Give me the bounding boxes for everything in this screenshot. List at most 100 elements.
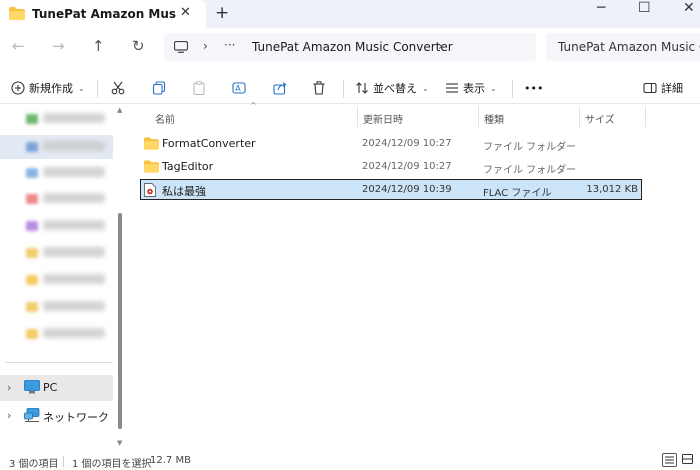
- scroll-down-arrow-icon[interactable]: ▼: [117, 439, 122, 447]
- file-row[interactable]: FormatConverter 2024/12/09 10:27 ファイル フォ…: [140, 133, 642, 154]
- minimize-button[interactable]: ─: [597, 0, 605, 16]
- details-view-icon: [665, 456, 674, 464]
- sidebar-item-network[interactable]: › ネットワーク: [0, 403, 113, 429]
- new-tab-button[interactable]: +: [215, 3, 229, 23]
- sidebar-item-blurred[interactable]: [0, 295, 113, 319]
- view-button[interactable]: 表示 ⌄: [445, 79, 497, 97]
- scrollbar-thumb[interactable]: [118, 213, 122, 429]
- paste-button[interactable]: [192, 79, 206, 97]
- breadcrumb-separator[interactable]: ›: [203, 39, 208, 53]
- toolbar-divider: [512, 80, 513, 98]
- expand-chevron-icon[interactable]: ›: [7, 409, 11, 422]
- blurred-icon: [26, 168, 38, 178]
- network-icon: [24, 408, 40, 425]
- breadcrumb-current[interactable]: TunePat Amazon Music Converter: [252, 40, 453, 54]
- column-divider[interactable]: [645, 106, 646, 127]
- sidebar-item-blurred[interactable]: [0, 322, 113, 346]
- sidebar-item-blurred[interactable]: [0, 135, 113, 159]
- sidebar-item-pc[interactable]: › PC: [0, 375, 113, 401]
- cut-button[interactable]: [111, 79, 125, 97]
- blurred-label: [43, 247, 105, 257]
- file-name: TagEditor: [162, 160, 214, 173]
- status-bar: 3 個の項目 1 個の項目を選択 12.7 MB: [0, 450, 700, 470]
- file-list: ^ 名前 更新日時 種類 サイズ FormatConverter 2024/12…: [128, 101, 700, 450]
- sidebar-item-blurred[interactable]: [0, 268, 113, 292]
- new-button[interactable]: 新規作成 ⌄: [11, 79, 85, 97]
- more-icon: •••: [524, 81, 544, 95]
- more-options-button[interactable]: •••: [524, 79, 543, 97]
- file-date: 2024/12/09 10:39: [362, 184, 452, 195]
- search-input[interactable]: [546, 33, 700, 61]
- blurred-label: [43, 328, 105, 338]
- breadcrumb-separator[interactable]: ›: [438, 39, 443, 53]
- search-box: [546, 33, 700, 61]
- list-view-icon: [446, 83, 458, 93]
- details-pane-icon: [643, 82, 657, 94]
- sidebar-item-blurred[interactable]: [0, 214, 113, 238]
- breadcrumb-more-button[interactable]: ···: [224, 38, 235, 52]
- audio-file-icon: [144, 183, 156, 200]
- status-item-count: 3 個の項目: [9, 459, 59, 470]
- toolbar-divider: [343, 80, 344, 98]
- trash-icon: [313, 81, 325, 95]
- blurred-icon: [26, 329, 38, 339]
- address-row: ← → ↑ ↻ › ··· TunePat Amazon Music Conve…: [0, 28, 700, 66]
- blurred-label: [43, 220, 105, 230]
- maximize-button[interactable]: ☐: [638, 0, 651, 16]
- sidebar-item-blurred[interactable]: [0, 187, 113, 211]
- sort-icon: [356, 82, 368, 94]
- sidebar-item-blurred[interactable]: [0, 107, 113, 131]
- details-view-button[interactable]: [662, 453, 677, 467]
- blurred-label: [43, 167, 105, 177]
- rename-icon: A: [232, 82, 246, 94]
- sidebar-scrollbar[interactable]: ▲ ▼: [115, 105, 126, 450]
- file-name: FormatConverter: [162, 137, 256, 150]
- window-tab[interactable]: TunePat Amazon Music Converter ✕: [0, 0, 206, 28]
- sidebar-item-label: PC: [43, 381, 58, 394]
- tiles-view-button[interactable]: [681, 453, 696, 467]
- tab-title: TunePat Amazon Music Converter: [32, 7, 177, 21]
- details-button[interactable]: 詳細: [643, 79, 683, 97]
- up-button[interactable]: ↑: [92, 37, 105, 55]
- blurred-icon: [26, 248, 38, 258]
- file-row-selected[interactable]: 私は最強 2024/12/09 10:39 FLAC ファイル 13,012 K…: [140, 179, 642, 200]
- column-header-type[interactable]: 種類: [478, 105, 579, 127]
- tab-close-icon[interactable]: ✕: [180, 5, 191, 20]
- sort-button[interactable]: 並べ替え ⌄: [355, 79, 429, 97]
- back-button[interactable]: ←: [12, 37, 25, 55]
- copy-button[interactable]: [152, 79, 166, 97]
- scroll-up-arrow-icon[interactable]: ▲: [117, 106, 122, 114]
- forward-button[interactable]: →: [52, 37, 65, 55]
- rename-button[interactable]: A: [232, 79, 246, 97]
- share-button[interactable]: [273, 79, 287, 97]
- address-bar[interactable]: › ··· TunePat Amazon Music Converter ›: [164, 33, 536, 61]
- status-divider: [63, 456, 64, 467]
- column-header-name[interactable]: 名前: [149, 105, 357, 127]
- monitor-icon: [173, 40, 189, 56]
- status-selected-size: 12.7 MB: [150, 455, 191, 466]
- chevron-down-icon: ⌄: [78, 83, 85, 93]
- status-selection: 1 個の項目を選択: [72, 459, 152, 470]
- toolbar-divider: [97, 80, 98, 98]
- column-header-size[interactable]: サイズ: [579, 105, 645, 127]
- sidebar-item-blurred[interactable]: [0, 161, 113, 185]
- blurred-icon: [26, 142, 38, 152]
- expand-chevron-icon[interactable]: ›: [7, 381, 11, 394]
- close-window-button[interactable]: ✕: [683, 0, 695, 16]
- sidebar-item-blurred[interactable]: [0, 241, 113, 265]
- refresh-button[interactable]: ↻: [132, 37, 145, 55]
- file-type: FLAC ファイル: [483, 188, 552, 199]
- file-date: 2024/12/09 10:27: [362, 138, 452, 149]
- view-button-label: 表示: [463, 82, 485, 95]
- file-date: 2024/12/09 10:27: [362, 161, 452, 172]
- navigation-pane: › PC › ネットワーク: [0, 105, 127, 450]
- column-header-date[interactable]: 更新日時: [357, 105, 478, 127]
- file-name: 私は最強: [162, 185, 206, 198]
- file-type: ファイル フォルダー: [483, 165, 577, 176]
- blurred-label: [43, 301, 105, 311]
- delete-button[interactable]: [312, 79, 326, 97]
- file-row[interactable]: TagEditor 2024/12/09 10:27 ファイル フォルダー: [140, 156, 642, 177]
- blurred-icon: [26, 221, 38, 231]
- new-button-label: 新規作成: [29, 82, 73, 95]
- share-icon: [273, 82, 287, 95]
